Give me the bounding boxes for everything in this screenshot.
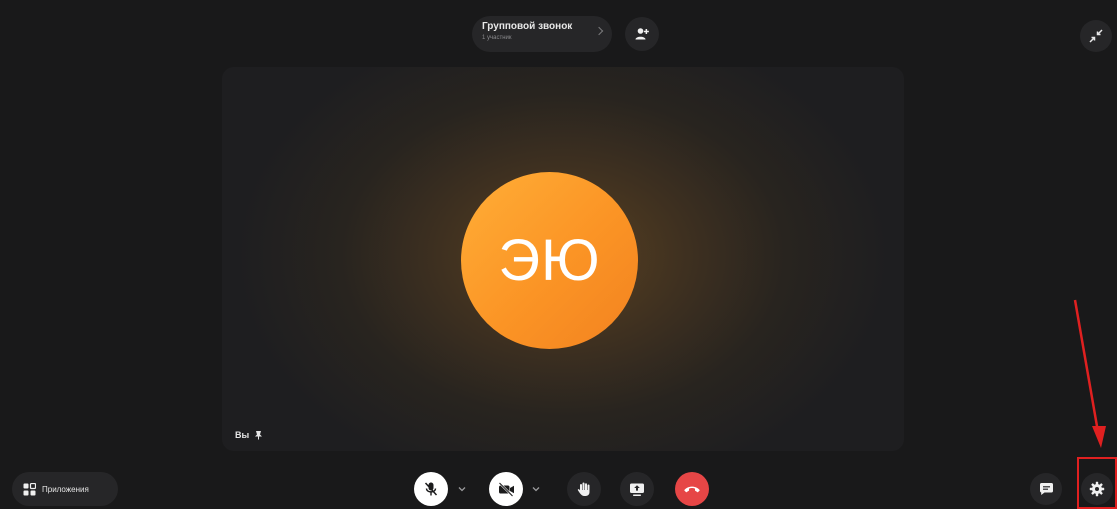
minimize-icon xyxy=(1089,29,1103,43)
camera-off-icon xyxy=(498,481,514,497)
annotation-arrow xyxy=(1073,299,1106,448)
add-user-icon xyxy=(635,28,649,40)
video-call-window: Групповой звонок 1 участник ЭЮ Вы Прилож… xyxy=(0,0,1117,509)
chevron-down-icon xyxy=(532,487,540,492)
mic-off-icon xyxy=(424,482,438,496)
self-label-text: Вы xyxy=(235,430,250,440)
camera-toggle-button[interactable] xyxy=(489,472,523,506)
end-call-icon xyxy=(684,486,700,493)
pin-icon xyxy=(255,431,263,440)
chat-button[interactable] xyxy=(1030,473,1062,505)
call-title: Групповой звонок xyxy=(482,21,573,32)
chevron-down-icon xyxy=(458,487,466,492)
screen-share-button[interactable] xyxy=(620,472,654,506)
call-title-button[interactable]: Групповой звонок 1 участник xyxy=(472,16,612,52)
add-participant-button[interactable] xyxy=(625,17,659,51)
annotation-highlight-box xyxy=(1077,457,1117,509)
apps-button[interactable]: Приложения xyxy=(12,472,118,506)
microphone-options-dropdown[interactable] xyxy=(456,484,468,494)
microphone-toggle-button[interactable] xyxy=(414,472,448,506)
avatar-initials: ЭЮ xyxy=(498,228,601,293)
raise-hand-button[interactable] xyxy=(567,472,601,506)
camera-options-dropdown[interactable] xyxy=(530,484,542,494)
end-call-button[interactable] xyxy=(675,472,709,506)
minimize-button[interactable] xyxy=(1080,20,1112,52)
apps-label: Приложения xyxy=(42,484,89,494)
self-name-label: Вы xyxy=(235,430,263,440)
raise-hand-icon xyxy=(577,482,590,496)
apps-icon xyxy=(23,482,36,495)
avatar: ЭЮ xyxy=(461,172,638,349)
screen-share-icon xyxy=(630,483,644,496)
participants-count: 1 участник xyxy=(482,35,512,41)
chat-icon xyxy=(1039,483,1053,495)
self-video-tile: ЭЮ Вы xyxy=(222,67,904,451)
